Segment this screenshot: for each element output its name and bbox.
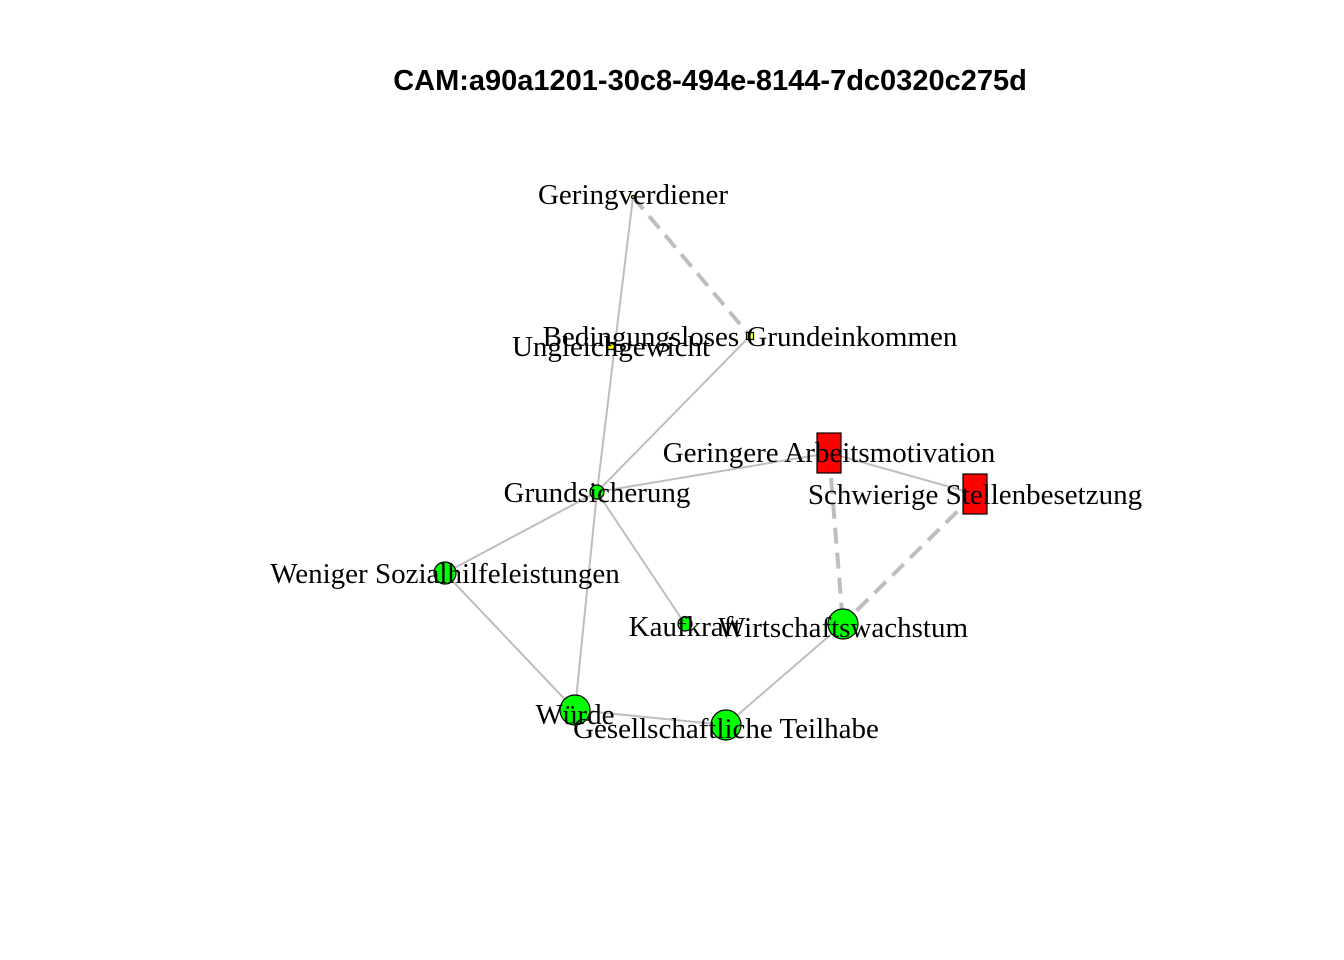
node-label-grundsicherung: Grundsicherung bbox=[504, 477, 691, 509]
edge-sozialhilfe-wuerde bbox=[444, 572, 576, 711]
diagram-title: CAM:a90a1201-30c8-494e-8144-7dc0320c275d bbox=[393, 65, 1027, 97]
node-label-stellenbesetzung: Schwierige Stellenbesetzung bbox=[808, 479, 1142, 511]
concept-map-canvas: CAM:a90a1201-30c8-494e-8144-7dc0320c275d… bbox=[270, 65, 1142, 745]
node-label-wirtschaftswachstum: Wirtschaftswachstum bbox=[718, 612, 969, 644]
edge-grundsicherung-wuerde bbox=[574, 491, 598, 711]
edge-geringverdiener-bge bbox=[631, 195, 752, 338]
edge-stellenbesetzung-wirtschaftswachstum bbox=[841, 492, 977, 626]
node-label-arbeitsmotivation: Geringere Arbeitsmotivation bbox=[663, 437, 996, 469]
node-label-sozialhilfe: Weniger Sozialhilfeleistungen bbox=[270, 558, 620, 590]
label-layer: GeringverdienerBedingungsloses Grundeink… bbox=[270, 179, 1142, 745]
node-label-ungleichgewicht: Ungleichgewicht bbox=[512, 331, 710, 363]
node-label-teilhabe: Gesellschaftliche Teilhabe bbox=[573, 713, 879, 745]
node-label-geringverdiener: Geringverdiener bbox=[538, 179, 728, 211]
